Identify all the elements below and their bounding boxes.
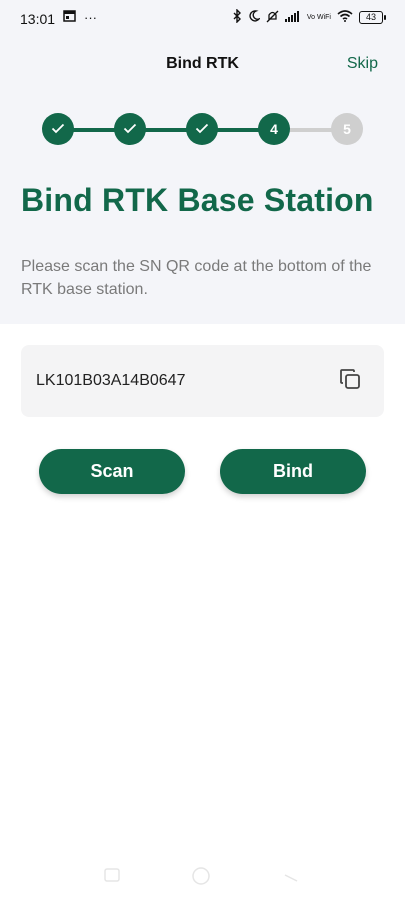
sn-field[interactable]: LK101B03A14B0647 [21,345,384,417]
step-1 [42,113,74,145]
copy-icon [338,367,362,396]
check-icon [123,121,137,137]
step-connector-done [58,128,274,132]
check-icon [195,121,209,137]
status-time: 13:01 [20,11,56,27]
recent-apps-icon[interactable] [104,868,120,887]
status-bar: 13:01 ··· Vo WiFi 43 [0,0,405,40]
step-3 [186,113,218,145]
wifi-icon [337,10,353,25]
bluetooth-icon [232,8,242,26]
more-icon: ··· [84,10,97,25]
moon-icon [248,10,261,25]
progress-stepper: 4 5 [42,113,363,145]
step-4: 4 [258,113,290,145]
page-title: Bind RTK [166,55,239,72]
system-nav-bar [0,862,405,892]
signal-icon [284,10,301,25]
main-heading: Bind RTK Base Station [21,182,374,218]
step-2 [114,113,146,145]
step-5: 5 [331,113,363,145]
mute-icon [266,10,279,26]
skip-button[interactable]: Skip [347,55,378,73]
check-icon [51,121,65,137]
battery-icon: 43 [359,11,386,24]
instruction-text: Please scan the SN QR code at the bottom… [21,258,372,298]
scan-button[interactable]: Scan [39,449,185,494]
sn-value: LK101B03A14B0647 [36,372,186,389]
back-icon[interactable] [283,868,299,887]
vowifi-label: Vo WiFi [306,14,331,21]
calendar-icon [63,10,76,25]
home-icon[interactable] [191,866,211,891]
copy-button[interactable] [336,367,364,395]
bind-button[interactable]: Bind [220,449,366,494]
